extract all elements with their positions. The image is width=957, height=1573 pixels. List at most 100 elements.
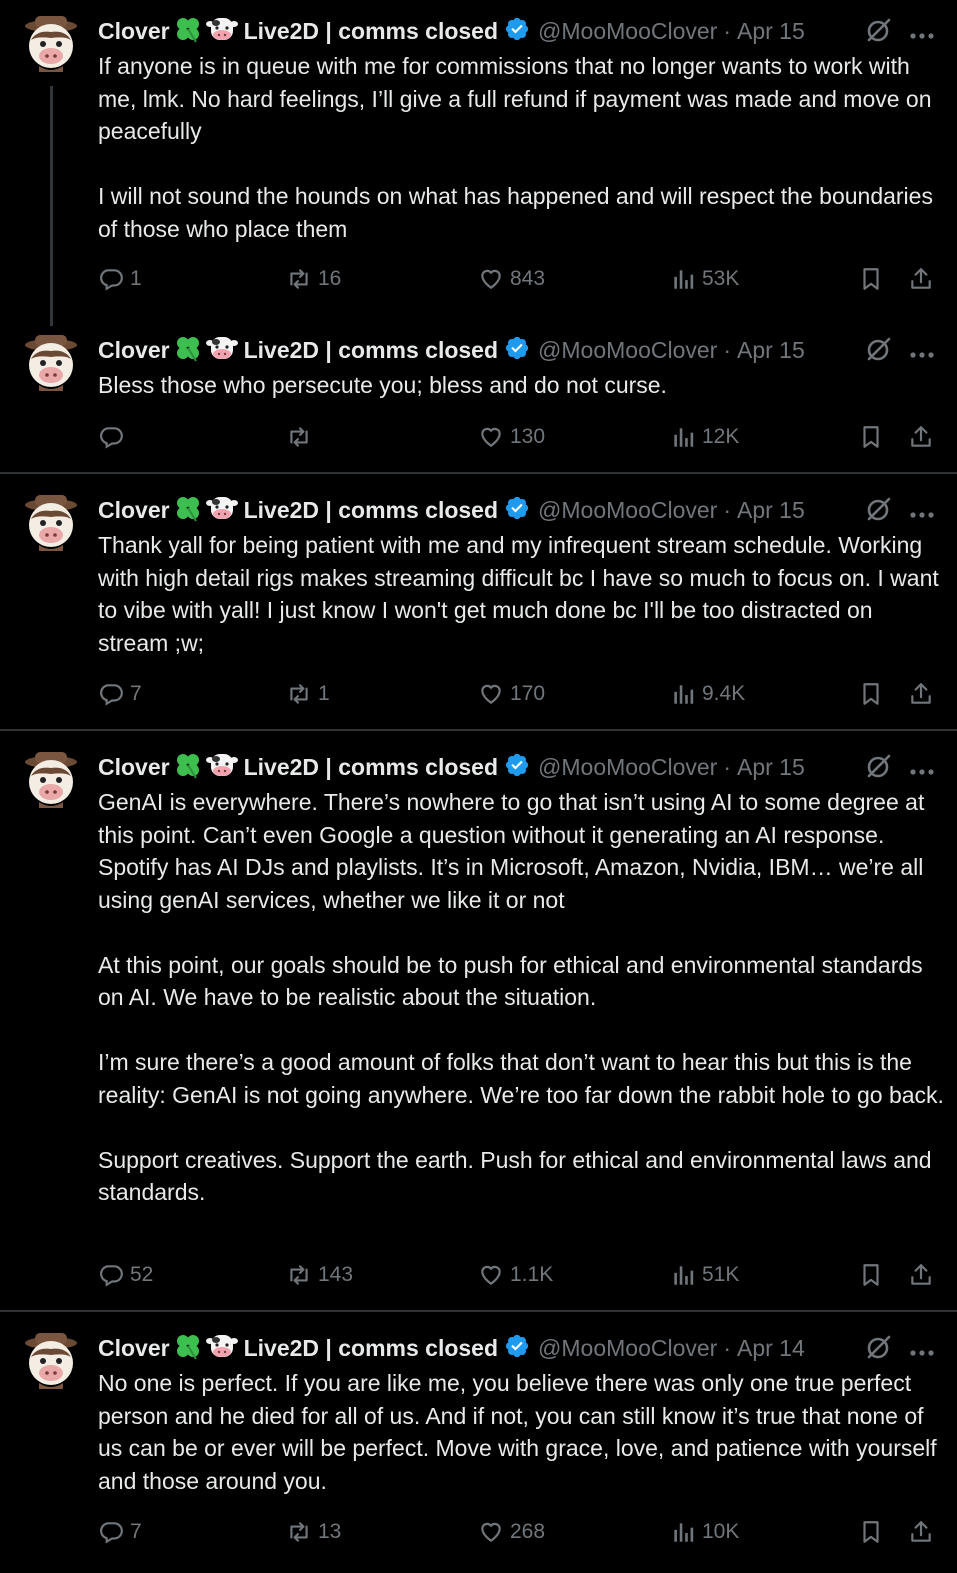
grok-icon[interactable] [863,335,893,370]
more-options-icon[interactable] [909,27,935,45]
user-handle[interactable]: @MooMooClover [538,754,717,781]
views-button[interactable]: 51K [670,1260,739,1290]
reply-icon [100,1522,123,1544]
display-name[interactable]: Clover [98,1335,170,1362]
tweet-text: Thank yall for being patient with me and… [98,532,946,656]
share-button[interactable] [908,1260,934,1290]
tweet-date[interactable]: Apr 14 [737,1335,805,1362]
bookmark-icon [863,1264,879,1286]
tweet-date[interactable]: Apr 15 [737,754,805,781]
tweet-text: Bless those who persecute you; bless and… [98,372,667,398]
clover-icon [174,15,202,48]
cow-face-icon [205,494,238,527]
verified-badge-icon [504,752,530,783]
repost-button[interactable]: 13 [286,1517,341,1547]
user-handle[interactable]: @MooMooClover [538,497,717,524]
display-name[interactable]: Clover [98,337,170,364]
display-name-suffix[interactable]: Live2D | comms closed [244,337,498,364]
repost-count: 1 [318,682,330,705]
repost-button[interactable]: 1 [286,679,330,709]
user-handle[interactable]: @MooMooClover [538,1335,717,1362]
share-button[interactable] [908,264,934,294]
grok-icon[interactable] [863,16,893,51]
reply-button[interactable]: 7 [98,679,142,709]
views-chart-icon [674,1266,694,1285]
bookmark-button[interactable] [858,264,884,294]
avatar[interactable] [19,331,83,395]
repost-button[interactable] [286,422,318,452]
cow-face-icon [205,334,238,367]
like-count: 130 [510,425,546,448]
display-name-suffix[interactable]: Live2D | comms closed [244,497,498,524]
avatar[interactable] [19,1329,83,1393]
bookmark-button[interactable] [858,1517,884,1547]
views-button[interactable]: 9.4K [670,679,745,709]
like-button[interactable]: 130 [478,422,545,452]
avatar[interactable] [19,491,83,555]
separator-dot: · [723,496,731,523]
display-name[interactable]: Clover [98,18,170,45]
repost-button[interactable]: 16 [286,264,341,294]
bookmark-icon [863,1521,879,1543]
reply-button[interactable] [98,422,130,452]
cow-face-icon [205,15,238,48]
reply-button[interactable]: 1 [98,264,142,294]
share-icon [911,268,931,289]
tweet-date[interactable]: Apr 15 [737,497,805,524]
tweet-header: Clover Live2D | comms closed @MooMooClov… [98,751,938,783]
grok-icon[interactable] [863,495,893,530]
share-button[interactable] [908,679,934,709]
grok-icon[interactable] [863,1333,893,1368]
reply-button[interactable]: 7 [98,1517,142,1547]
repost-count: 13 [318,1520,342,1543]
share-button[interactable] [908,1517,934,1547]
repost-button[interactable]: 143 [286,1260,353,1290]
share-icon [911,1521,931,1542]
bookmark-button[interactable] [858,422,884,452]
cow-face-icon [205,751,238,784]
heart-icon [481,427,501,447]
avatar[interactable] [19,748,83,812]
tweet-date[interactable]: Apr 15 [737,337,805,364]
cow-avatar-icon [25,335,77,391]
heart-icon [481,684,501,704]
tweet-date[interactable]: Apr 15 [737,18,805,45]
tweet-text: If anyone is in queue with me for commis… [98,53,933,242]
user-handle[interactable]: @MooMooClover [538,337,717,364]
cow-avatar-icon [25,752,77,808]
like-button[interactable]: 268 [478,1517,545,1547]
like-button[interactable]: 843 [478,264,545,294]
display-name-suffix[interactable]: Live2D | comms closed [244,1335,498,1362]
repost-icon [290,1522,308,1542]
cow-avatar-icon [25,1333,77,1389]
display-name-suffix[interactable]: Live2D | comms closed [244,754,498,781]
grok-icon[interactable] [863,752,893,787]
views-button[interactable]: 12K [670,422,739,452]
clover-icon [174,334,202,367]
verified-badge-icon [504,335,530,366]
more-options-icon[interactable] [909,506,935,524]
display-name[interactable]: Clover [98,754,170,781]
more-options-icon[interactable] [909,346,935,364]
display-name-suffix[interactable]: Live2D | comms closed [244,18,498,45]
clover-icon [174,1332,202,1365]
like-count: 268 [510,1520,546,1543]
like-button[interactable]: 1.1K [478,1260,553,1290]
divider [0,729,957,731]
views-button[interactable]: 53K [670,264,739,294]
avatar[interactable] [19,12,83,76]
heart-icon [481,1265,501,1285]
user-handle[interactable]: @MooMooClover [538,18,717,45]
share-button[interactable] [908,422,934,452]
bookmark-button[interactable] [858,1260,884,1290]
bookmark-button[interactable] [858,679,884,709]
verified-badge-icon [504,16,530,47]
reply-button[interactable]: 52 [98,1260,153,1290]
like-button[interactable]: 170 [478,679,545,709]
display-name[interactable]: Clover [98,497,170,524]
views-button[interactable]: 10K [670,1517,739,1547]
more-options-icon[interactable] [909,763,935,781]
action-bar: 7 13 268 10K [98,1517,943,1547]
divider [0,472,957,474]
more-options-icon[interactable] [909,1344,935,1362]
